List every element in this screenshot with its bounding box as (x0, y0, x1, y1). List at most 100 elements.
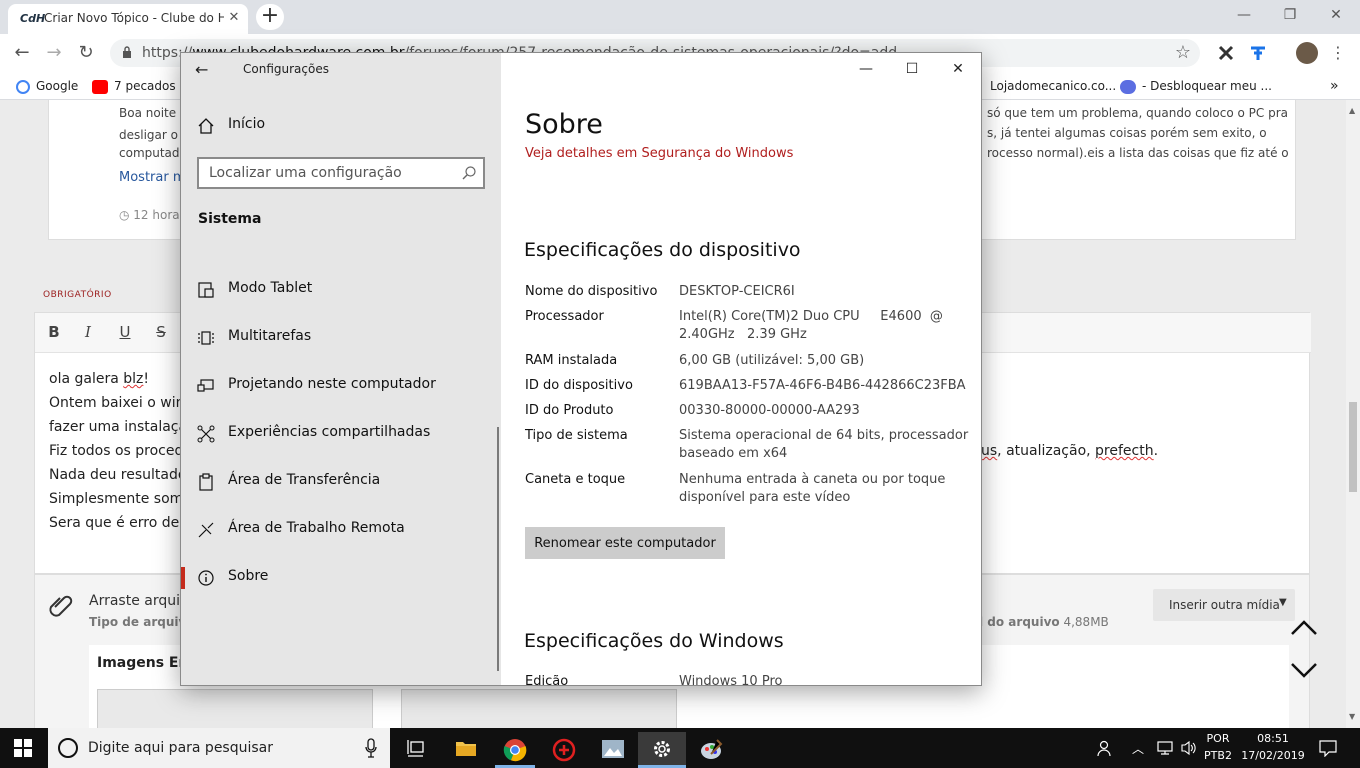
windows-start-icon[interactable] (14, 739, 32, 757)
task-view-button[interactable] (392, 732, 440, 768)
nav-item-home[interactable]: Início (181, 105, 501, 145)
spec-value: Intel(R) Core(TM)2 Duo CPU E4600 @ 2.40G… (679, 309, 948, 342)
underline-button[interactable]: U (114, 323, 136, 343)
browser-minimize-icon[interactable]: — (1222, 4, 1266, 26)
clipboard-icon (199, 473, 213, 491)
post-text-line: rocesso normal).eis a lista das coisas q… (987, 146, 1289, 160)
settings-gear-icon (654, 741, 670, 757)
settings-maximize-icon[interactable]: ☐ (889, 55, 935, 83)
bookmark-lojadomecanico[interactable]: Lojadomecanico.co... (990, 77, 1116, 95)
paint-app-button[interactable] (687, 732, 735, 768)
spec-value: DESKTOP-CEICR6I (679, 284, 795, 299)
settings-search-box[interactable] (197, 157, 485, 189)
bookmark-desbloquear[interactable]: - Desbloquear meu ... (1120, 77, 1272, 95)
microphone-icon[interactable] (364, 738, 378, 758)
settings-minimize-icon[interactable]: — (843, 55, 889, 83)
system-tray: ︿ POR PTB2 08:51 17/02/2019 (1090, 728, 1360, 768)
tablet-mode-icon (198, 282, 214, 298)
scroll-top-arrow-icon[interactable] (1290, 618, 1318, 638)
insert-media-button[interactable]: Inserir outra mídia ▼ (1153, 589, 1295, 621)
people-icon[interactable] (1096, 739, 1114, 757)
security-link[interactable]: Veja detalhes em Segurança do Windows (525, 146, 793, 161)
extension-x-icon[interactable] (1216, 43, 1236, 63)
tab-close-icon[interactable]: ✕ (226, 10, 242, 26)
reload-icon[interactable]: ↻ (74, 42, 98, 64)
attach-types-text: Tipo de arquiv (89, 615, 187, 629)
volume-icon[interactable] (1180, 740, 1198, 756)
sidebar-scrollbar[interactable] (497, 427, 499, 671)
taskbar-search-box[interactable]: Digite aqui para pesquisar (48, 728, 390, 768)
nav-item-tablet-mode[interactable]: Modo Tablet (181, 269, 501, 309)
settings-app-button[interactable] (638, 732, 686, 768)
network-icon[interactable] (1156, 740, 1174, 756)
clock-time[interactable]: 08:51 (1240, 732, 1306, 745)
image-thumbnail[interactable] (97, 689, 373, 728)
search-icon (462, 166, 476, 180)
spec-key: Nome do dispositivo (525, 284, 658, 299)
scroll-up-icon[interactable]: ▲ (1349, 106, 1355, 115)
chrome-button[interactable] (491, 732, 539, 768)
rename-computer-button[interactable]: Renomear este computador (525, 527, 725, 559)
settings-sidebar: ← Configurações Início Sistema Modo Tabl… (181, 53, 501, 685)
scroll-down-icon[interactable]: ▼ (1349, 712, 1355, 721)
scroll-thumb[interactable] (1349, 402, 1357, 492)
back-icon[interactable]: ← (10, 42, 34, 64)
nav-item-remote-desktop[interactable]: Área de Trabalho Remota (181, 509, 501, 549)
bookmark-star-icon[interactable]: ☆ (1172, 42, 1194, 64)
page-scrollbar[interactable]: ▲ ▼ (1346, 100, 1360, 728)
spec-key: ID do dispositivo (525, 378, 633, 393)
nav-item-about[interactable]: Sobre (181, 557, 501, 597)
browser-tab[interactable]: CdH Criar Novo Tópico - Clube do Ha ✕ (8, 4, 248, 34)
image-thumbnail[interactable] (401, 689, 677, 728)
profile-avatar[interactable] (1296, 42, 1318, 64)
required-label: OBRIGATÓRIO (43, 290, 112, 300)
post-text-line: Boa noite (119, 106, 177, 120)
spec-key: Tipo de sistema (525, 428, 628, 443)
settings-close-icon[interactable]: ✕ (935, 55, 981, 83)
notifications-icon[interactable] (1318, 739, 1338, 757)
spec-value: Windows 10 Pro (679, 674, 783, 686)
spec-value: Nenhuma entrada à caneta ou por toque di… (679, 472, 946, 505)
about-content: — ☐ ✕ Sobre Veja detalhes em Segurança d… (501, 53, 981, 685)
scroll-bottom-arrow-icon[interactable] (1290, 660, 1318, 680)
nav-item-clipboard[interactable]: Área de Transferência (181, 461, 501, 501)
input-language[interactable]: POR (1204, 732, 1232, 745)
editor-line: Fiz todos os procedi (49, 443, 188, 459)
bookmarks-overflow-icon[interactable]: » (1330, 77, 1339, 95)
italic-button[interactable]: I (77, 323, 99, 343)
task-view-icon (407, 740, 424, 757)
nav-item-projecting[interactable]: Projetando neste computador (181, 365, 501, 405)
bold-button[interactable]: B (43, 323, 65, 343)
browser-close-icon[interactable]: ✕ (1314, 4, 1358, 26)
google-icon (16, 79, 30, 94)
browser-menu-icon[interactable]: ⋮ (1330, 43, 1346, 63)
new-tab-button[interactable]: + (256, 4, 284, 30)
image-viewer-button[interactable] (589, 732, 637, 768)
nav-item-shared-experiences[interactable]: Experiências compartilhadas (181, 413, 501, 453)
browser-restore-icon[interactable]: ❐ (1268, 4, 1312, 26)
post-time: ◷ 12 horas (119, 208, 186, 222)
chrome-icon (503, 739, 527, 762)
tray-chevron-icon[interactable]: ︿ (1132, 740, 1144, 757)
active-nav-indicator (181, 567, 185, 589)
input-layout[interactable]: PTB2 (1204, 749, 1232, 762)
spec-key: Processador (525, 309, 604, 324)
nav-item-label: Área de Transferência (228, 472, 381, 488)
bookmark-google[interactable]: Google (16, 77, 78, 95)
multitasking-icon (198, 331, 214, 345)
settings-search-input[interactable] (209, 163, 449, 183)
nav-item-multitasking[interactable]: Multitarefas (181, 317, 501, 357)
spec-value: 619BAA13-F57A-46F6-B4B6-442866C23FBA (679, 378, 966, 393)
file-explorer-button[interactable] (442, 732, 490, 768)
forward-icon[interactable]: → (42, 42, 66, 64)
bookmark-youtube[interactable]: 7 pecados d (92, 77, 187, 95)
nav-item-label: Área de Trabalho Remota (228, 520, 405, 536)
settings-back-icon[interactable]: ← (195, 59, 217, 81)
remote-desktop-icon (198, 522, 214, 538)
spec-value: 00330-80000-00000-AA293 (679, 403, 860, 418)
extension-blue-icon[interactable] (1248, 43, 1268, 63)
strikethrough-button[interactable]: S (150, 323, 172, 343)
post-text-line: computad (119, 146, 180, 160)
clock-date[interactable]: 17/02/2019 (1240, 749, 1306, 762)
antivirus-button[interactable] (540, 732, 588, 768)
